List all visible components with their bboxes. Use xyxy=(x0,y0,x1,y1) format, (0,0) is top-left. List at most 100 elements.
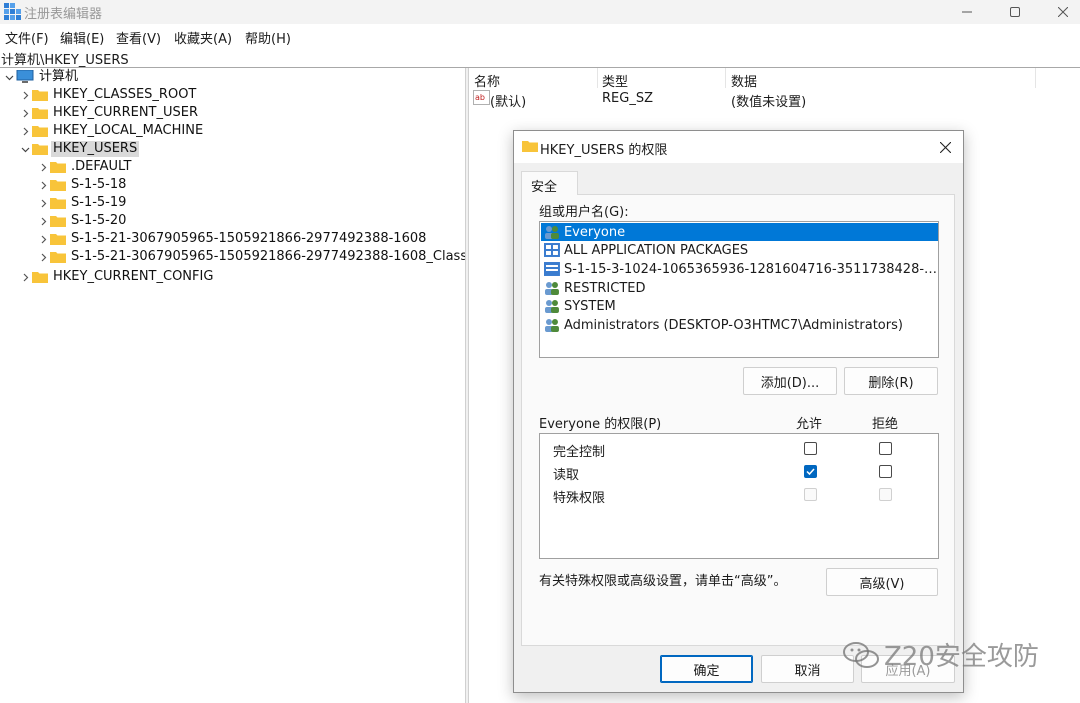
allow-column-header: 允许 xyxy=(796,417,823,432)
allow-special-checkbox xyxy=(804,488,817,501)
window-close-button[interactable] xyxy=(1040,0,1080,24)
deny-read-checkbox[interactable] xyxy=(879,465,892,478)
ok-button[interactable]: 确定 xyxy=(660,655,753,683)
menu-favorites[interactable]: 收藏夹(A) xyxy=(174,28,232,47)
users-list[interactable]: Everyone ALL APPLICATION PACKAGES S-1-15… xyxy=(539,221,939,358)
tree-node-hku[interactable]: HKEY_USERS xyxy=(18,140,140,158)
tree-node-user-sid-classes[interactable]: S-1-5-21-3067905965-1505921866-297749238… xyxy=(36,248,484,266)
minimize-button[interactable] xyxy=(944,0,990,24)
tree-node-hkcr[interactable]: HKEY_CLASSES_ROOT xyxy=(18,86,198,104)
advanced-hint-text: 有关特殊权限或高级设置，请单击“高级”。 xyxy=(539,574,787,589)
address-bar[interactable]: 计算机\HKEY_USERS xyxy=(0,48,1080,68)
column-header-data[interactable]: 数据 xyxy=(731,71,757,90)
permission-row-read: 读取 xyxy=(540,462,938,483)
tab-security[interactable]: 安全 xyxy=(521,171,578,195)
tree-label: HKEY_LOCAL_MACHINE xyxy=(53,123,204,138)
user-row-capability-sid[interactable]: S-1-15-3-1024-1065365936-1281604716-3511… xyxy=(541,260,938,278)
folder-icon xyxy=(50,234,66,245)
string-value-icon: ab xyxy=(473,90,490,105)
permissions-dialog: HKEY_USERS 的权限 安全 组或用户名(G): Everyone ALL… xyxy=(513,130,964,693)
user-group-icon xyxy=(544,319,559,332)
folder-icon xyxy=(32,272,48,283)
deny-column-header: 拒绝 xyxy=(872,417,899,432)
tree-node-default[interactable]: .DEFAULT xyxy=(36,158,133,176)
window-title: 注册表编辑器 xyxy=(24,7,103,22)
folder-icon xyxy=(32,108,48,119)
address-path: 计算机\HKEY_USERS xyxy=(1,53,129,68)
deny-special-checkbox xyxy=(879,488,892,501)
tree-node-s-1-5-20[interactable]: S-1-5-20 xyxy=(36,212,128,230)
user-row-everyone[interactable]: Everyone xyxy=(541,223,938,241)
computer-icon xyxy=(16,70,34,83)
menu-file[interactable]: 文件(F) xyxy=(5,28,49,47)
permission-row-full-control: 完全控制 xyxy=(540,439,938,460)
tree-node-hkcc[interactable]: HKEY_CURRENT_CONFIG xyxy=(18,268,215,286)
tree-label: HKEY_CURRENT_USER xyxy=(53,105,199,120)
column-divider[interactable] xyxy=(725,68,726,88)
permission-row-special: 特殊权限 xyxy=(540,485,938,506)
value-name[interactable]: (默认) xyxy=(490,91,526,110)
tree-node-s-1-5-19[interactable]: S-1-5-19 xyxy=(36,194,128,212)
user-row-administrators[interactable]: Administrators (DESKTOP-O3HTMC7\Administ… xyxy=(541,316,938,334)
menu-view[interactable]: 查看(V) xyxy=(116,28,161,47)
chevron-right-icon[interactable] xyxy=(18,122,32,140)
folder-icon xyxy=(50,162,66,173)
chevron-right-icon[interactable] xyxy=(18,86,32,104)
chevron-down-icon[interactable] xyxy=(18,140,32,158)
user-row-all-app-packages[interactable]: ALL APPLICATION PACKAGES xyxy=(541,241,938,259)
cancel-button[interactable]: 取消 xyxy=(761,655,854,683)
tree-node-s-1-5-18[interactable]: S-1-5-18 xyxy=(36,176,128,194)
column-header-name[interactable]: 名称 xyxy=(474,71,500,90)
capability-icon xyxy=(544,262,560,276)
menu-edit[interactable]: 编辑(E) xyxy=(60,28,104,47)
allow-read-checkbox[interactable] xyxy=(804,465,817,478)
dialog-close-button[interactable] xyxy=(934,137,956,157)
column-header-type[interactable]: 类型 xyxy=(602,71,628,90)
column-divider[interactable] xyxy=(597,68,598,88)
remove-user-button[interactable]: 删除(R) xyxy=(844,367,938,395)
chevron-right-icon[interactable] xyxy=(36,158,50,176)
chevron-right-icon[interactable] xyxy=(36,176,50,194)
permission-name: 特殊权限 xyxy=(553,491,606,506)
maximize-button[interactable] xyxy=(992,0,1038,24)
tree-label: S-1-5-21-3067905965-1505921866-297749238… xyxy=(71,249,482,264)
checkmark-icon xyxy=(806,468,815,476)
registry-tree[interactable]: 计算机 HKEY_CLASSES_ROOT HKEY_CURRENT_USER … xyxy=(0,68,482,703)
allow-full-control-checkbox[interactable] xyxy=(804,442,817,455)
tab-label: 安全 xyxy=(531,180,558,195)
user-name: RESTRICTED xyxy=(563,280,646,296)
permissions-section-label: Everyone 的权限(P) xyxy=(539,417,662,432)
folder-icon xyxy=(50,180,66,191)
advanced-button[interactable]: 高级(V) xyxy=(826,568,938,596)
menu-bar: 文件(F) 编辑(E) 查看(V) 收藏夹(A) 帮助(H) xyxy=(0,24,1080,48)
tree-node-hkcu[interactable]: HKEY_CURRENT_USER xyxy=(18,104,200,122)
folder-icon xyxy=(50,252,66,263)
chevron-right-icon[interactable] xyxy=(18,268,32,286)
close-icon xyxy=(1058,7,1068,17)
wechat-logo-icon xyxy=(843,641,879,668)
chevron-right-icon[interactable] xyxy=(36,230,50,248)
add-user-button[interactable]: 添加(D)... xyxy=(743,367,837,395)
folder-icon xyxy=(32,126,48,137)
tree-node-hklm[interactable]: HKEY_LOCAL_MACHINE xyxy=(18,122,205,140)
users-section-label: 组或用户名(G): xyxy=(539,205,629,220)
chevron-right-icon[interactable] xyxy=(36,194,50,212)
chevron-down-icon[interactable] xyxy=(2,68,16,86)
tree-node-computer[interactable]: 计算机 xyxy=(2,68,80,86)
app-packages-icon xyxy=(544,243,560,257)
folder-icon xyxy=(522,141,538,152)
menu-help[interactable]: 帮助(H) xyxy=(245,28,291,47)
tree-label: S-1-5-21-3067905965-1505921866-297749238… xyxy=(71,231,427,246)
user-row-restricted[interactable]: RESTRICTED xyxy=(541,279,938,297)
chevron-right-icon[interactable] xyxy=(36,212,50,230)
tree-node-user-sid[interactable]: S-1-5-21-3067905965-1505921866-297749238… xyxy=(36,230,428,248)
deny-full-control-checkbox[interactable] xyxy=(879,442,892,455)
chevron-right-icon[interactable] xyxy=(18,104,32,122)
user-row-system[interactable]: SYSTEM xyxy=(541,297,938,315)
user-name: ALL APPLICATION PACKAGES xyxy=(563,242,749,258)
regedit-app-icon xyxy=(4,3,21,20)
column-divider[interactable] xyxy=(1035,68,1036,88)
watermark-text: Z20安全攻防 xyxy=(884,642,1039,672)
user-name: SYSTEM xyxy=(563,298,616,314)
chevron-right-icon[interactable] xyxy=(36,248,50,266)
